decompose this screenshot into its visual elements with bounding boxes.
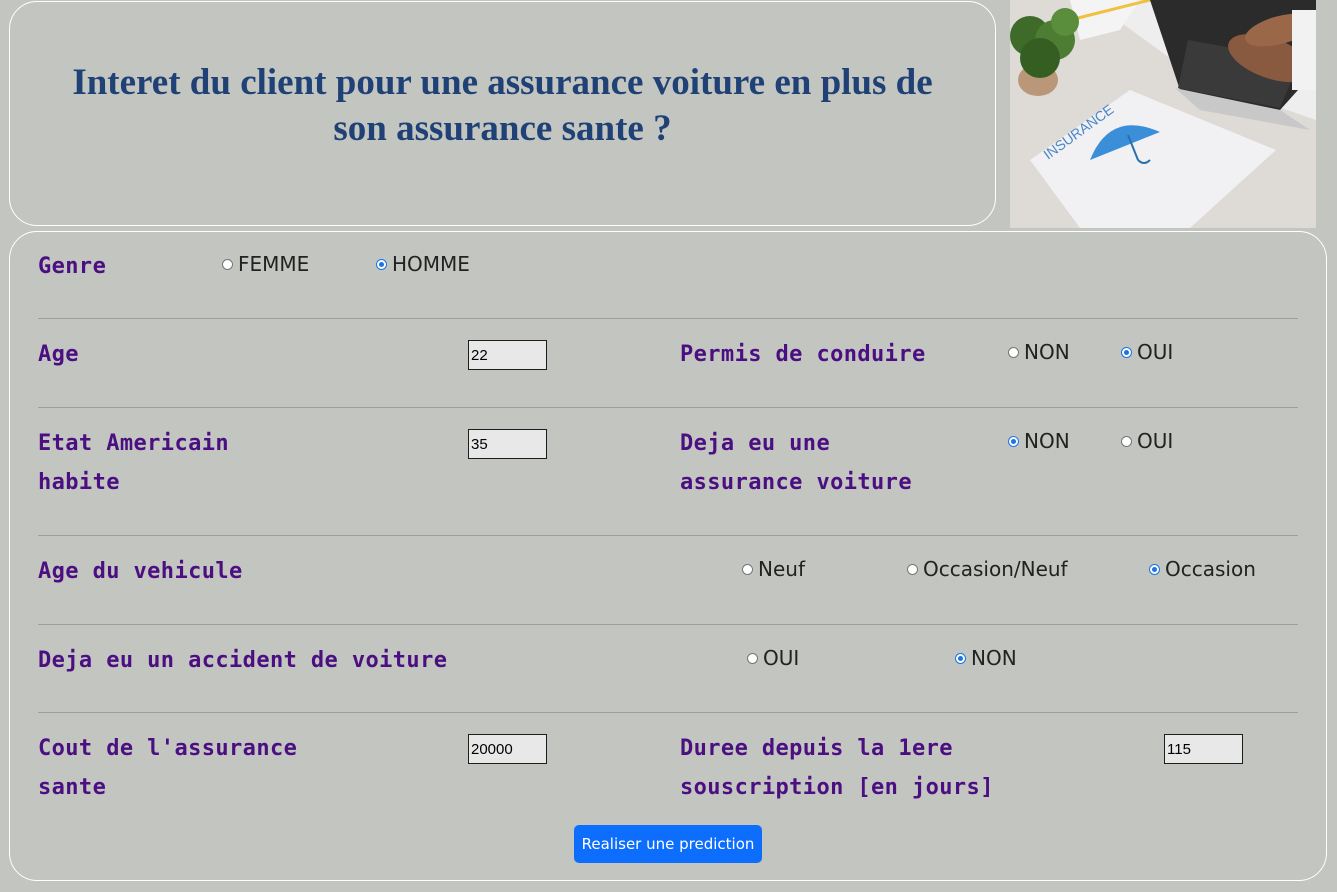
radio-accident-non[interactable]: NON [955, 646, 1017, 670]
radio-dot-selected[interactable] [376, 258, 387, 270]
radio-dot[interactable] [747, 652, 758, 664]
radio-genre-femme[interactable]: FEMME [222, 252, 309, 276]
predict-button[interactable]: Realiser une prediction [574, 825, 762, 863]
radio-dot[interactable] [1008, 346, 1019, 358]
cout-input[interactable] [468, 734, 547, 764]
hero-image: INSURANCE [1010, 0, 1316, 228]
radio-assurance-oui[interactable]: OUI [1121, 429, 1173, 453]
age-input[interactable] [468, 340, 547, 370]
divider [38, 624, 1298, 625]
label-deja-assurance: Deja eu une assurance voiture [680, 431, 912, 495]
divider [38, 407, 1298, 408]
label-accident: Deja eu un accident de voiture [38, 648, 448, 673]
label-age-vehicule: Age du vehicule [38, 559, 243, 584]
radio-dot[interactable] [1121, 435, 1132, 447]
radio-vehicule-neuf[interactable]: Neuf [742, 557, 805, 581]
label-genre: Genre [38, 254, 107, 279]
radio-dot-selected[interactable] [1008, 435, 1019, 447]
label-etat: Etat Americain habite [38, 431, 230, 495]
label-cout: Cout de l'assurance sante [38, 736, 298, 800]
radio-assurance-non[interactable]: NON [1008, 429, 1070, 453]
label-permis: Permis de conduire [680, 342, 926, 367]
label-age: Age [38, 342, 79, 367]
radio-vehicule-occasion[interactable]: Occasion [1149, 557, 1256, 581]
radio-accident-oui[interactable]: OUI [747, 646, 799, 670]
label-duree: Duree depuis la 1ere souscription [en jo… [680, 736, 994, 800]
radio-permis-non[interactable]: NON [1008, 340, 1070, 364]
header-box: Interet du client pour une assurance voi… [9, 1, 996, 226]
radio-dot-selected[interactable] [1121, 346, 1132, 358]
duree-input[interactable] [1164, 734, 1243, 764]
etat-input[interactable] [468, 429, 547, 459]
divider [38, 318, 1298, 319]
radio-permis-oui[interactable]: OUI [1121, 340, 1173, 364]
radio-vehicule-occasion-neuf[interactable]: Occasion/Neuf [907, 557, 1068, 581]
radio-dot[interactable] [907, 563, 918, 575]
page-title: Interet du client pour une assurance voi… [72, 62, 933, 149]
radio-genre-homme[interactable]: HOMME [376, 252, 470, 276]
divider [38, 535, 1298, 536]
insurance-photo: INSURANCE [1010, 0, 1316, 228]
radio-dot[interactable] [222, 258, 233, 270]
divider [38, 712, 1298, 713]
radio-dot[interactable] [742, 563, 753, 575]
radio-dot-selected[interactable] [955, 652, 966, 664]
radio-dot-selected[interactable] [1149, 563, 1160, 575]
